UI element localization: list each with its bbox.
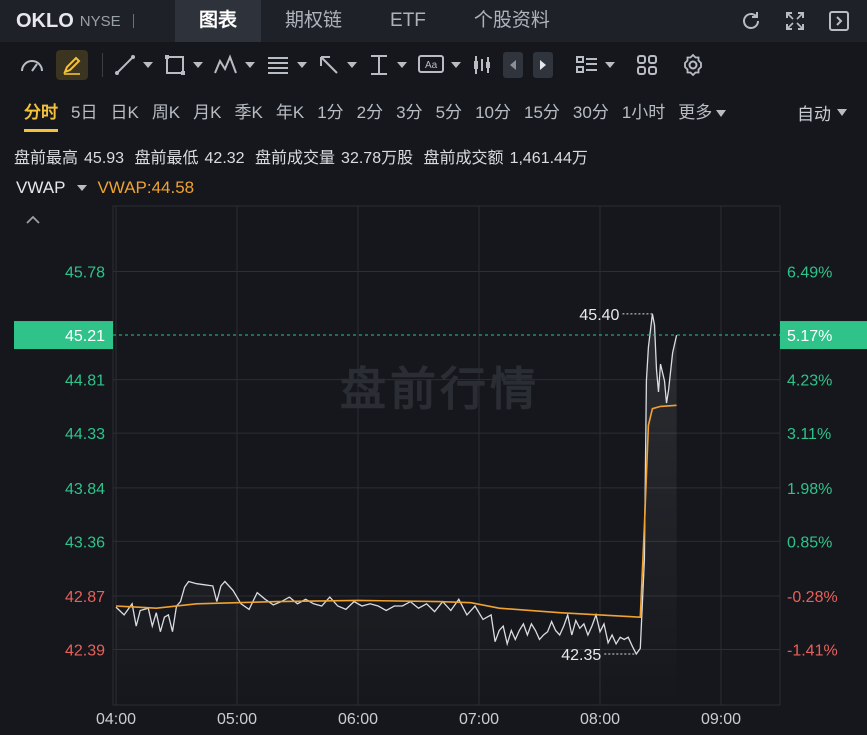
x-tick-label: 07:00 <box>459 711 499 728</box>
x-tick-label: 06:00 <box>338 711 378 728</box>
min-marker-label: 42.35 <box>561 647 601 664</box>
y-tick-label-left: 44.33 <box>65 426 105 443</box>
y-tick-label-right: 0.85% <box>787 534 832 551</box>
current-pct-label: 5.17% <box>787 328 832 345</box>
x-tick-label: 08:00 <box>580 711 620 728</box>
price-chart: 盘前行情 45.78 44.81 44.33 43.84 43.36 42.87 42.39… <box>14 205 867 728</box>
x-tick-label: 05:00 <box>217 711 257 728</box>
y-tick-label-left: 42.39 <box>65 643 105 660</box>
y-tick-label-left: 44.81 <box>65 373 105 390</box>
y-tick-label-right: 3.11% <box>787 426 831 443</box>
y-tick-label-left: 45.78 <box>65 265 105 282</box>
y-tick-label-left: 43.84 <box>65 481 105 498</box>
y-tick-label-right: 4.23% <box>787 373 832 390</box>
watermark: 盘前行情 <box>340 363 540 415</box>
y-tick-label-right: -0.28% <box>787 589 838 606</box>
y-tick-label-left: 43.36 <box>65 534 105 551</box>
y-tick-label-right: -1.41% <box>787 643 838 660</box>
x-axis: 04:00 05:00 06:00 07:00 08:00 09:00 <box>96 711 741 728</box>
current-price-label: 45.21 <box>65 328 105 345</box>
max-marker-label: 45.40 <box>579 307 619 324</box>
y-tick-label-left: 42.87 <box>65 589 105 606</box>
x-tick-label: 04:00 <box>96 711 136 728</box>
x-tick-label: 09:00 <box>701 711 741 728</box>
y-tick-label-right: 6.49% <box>787 265 832 282</box>
y-tick-label-right: 1.98% <box>787 481 832 498</box>
